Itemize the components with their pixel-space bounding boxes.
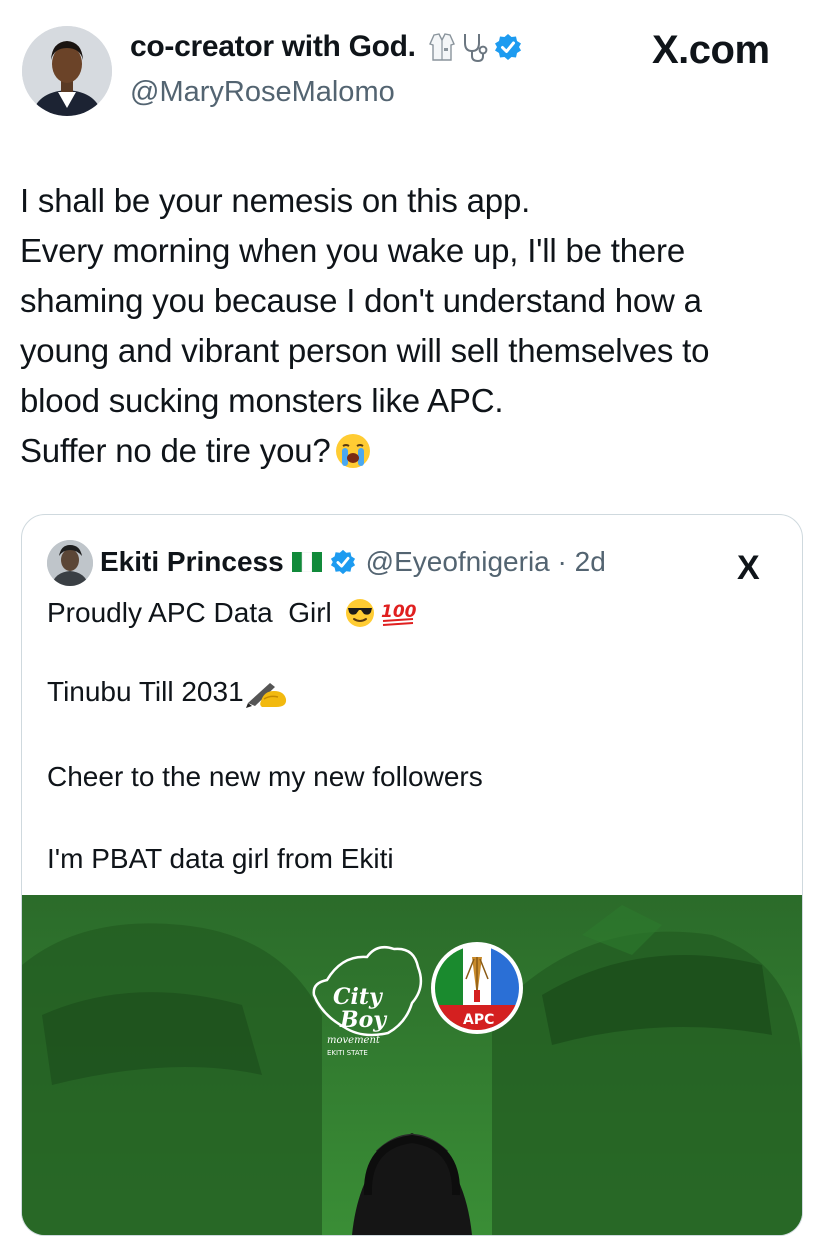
- tweet-line: blood sucking monsters like APC.: [20, 382, 504, 419]
- quoted-text: Proudly APC Data Girl: [47, 597, 332, 628]
- x-logo-icon: X: [737, 549, 760, 587]
- nigeria-flag-icon: [291, 552, 322, 572]
- tweet-line: I shall be your nemesis on this app.: [20, 182, 531, 219]
- hundred-points-icon: 100: [381, 602, 416, 626]
- logo-movement-text: movement: [327, 1035, 381, 1046]
- verified-badge-icon: [330, 549, 355, 575]
- quoted-author-avatar[interactable]: [47, 540, 93, 586]
- quoted-line-1: Proudly APC Data Girl 100: [47, 597, 416, 629]
- verified-badge-icon: [494, 34, 521, 60]
- tweet-line: shaming you because I don't understand h…: [20, 282, 702, 319]
- tweet-line: Every morning when you wake up, I'll be …: [20, 232, 685, 269]
- lab-coat-icon: [428, 33, 455, 61]
- quoted-line-4: I'm PBAT data girl from Ekiti: [47, 843, 394, 874]
- sunglasses-face-icon: [345, 599, 374, 627]
- logo-state-text: EKITI STATE: [327, 1049, 368, 1057]
- author-display-name[interactable]: co-creator with God.: [130, 30, 416, 64]
- tweet-line: Suffer no de tire you?: [20, 432, 331, 469]
- quoted-media-image[interactable]: City Boy movement EKITI STATE APC: [22, 895, 802, 1235]
- quoted-line-2: Tinubu Till 2031: [47, 675, 288, 709]
- quoted-text: Tinubu Till 2031: [47, 676, 244, 707]
- quoted-tweet-card[interactable]: Ekiti Princess @Eyeofnigeria · 2d X Prou…: [21, 514, 803, 1236]
- crying-face-icon: [335, 434, 370, 468]
- quoted-display-name[interactable]: Ekiti Princess: [100, 546, 284, 578]
- quoted-line-3: Cheer to the new my new followers: [47, 761, 483, 792]
- apc-label: APC: [463, 1012, 494, 1028]
- author-handle[interactable]: @MaryRoseMalomo: [130, 76, 395, 109]
- tweet-last-line: Suffer no de tire you?: [20, 426, 810, 476]
- quoted-header[interactable]: Ekiti Princess @Eyeofnigeria · 2d: [100, 546, 606, 578]
- stethoscope-icon: [463, 34, 488, 63]
- logo-boy-text: Boy: [339, 1007, 388, 1033]
- tweet-header: co-creator with God. @MaryRoseMalomo X.c…: [0, 0, 823, 140]
- writing-hand-icon: [245, 683, 286, 708]
- x-com-label: X.com: [652, 28, 770, 72]
- author-name-row[interactable]: co-creator with God.: [130, 30, 522, 64]
- quoted-handle-time[interactable]: @Eyeofnigeria · 2d: [366, 546, 606, 578]
- tweet-line: young and vibrant person will sell thems…: [20, 332, 710, 369]
- tweet-text: I shall be your nemesis on this app. Eve…: [20, 176, 810, 476]
- author-avatar[interactable]: [22, 26, 112, 116]
